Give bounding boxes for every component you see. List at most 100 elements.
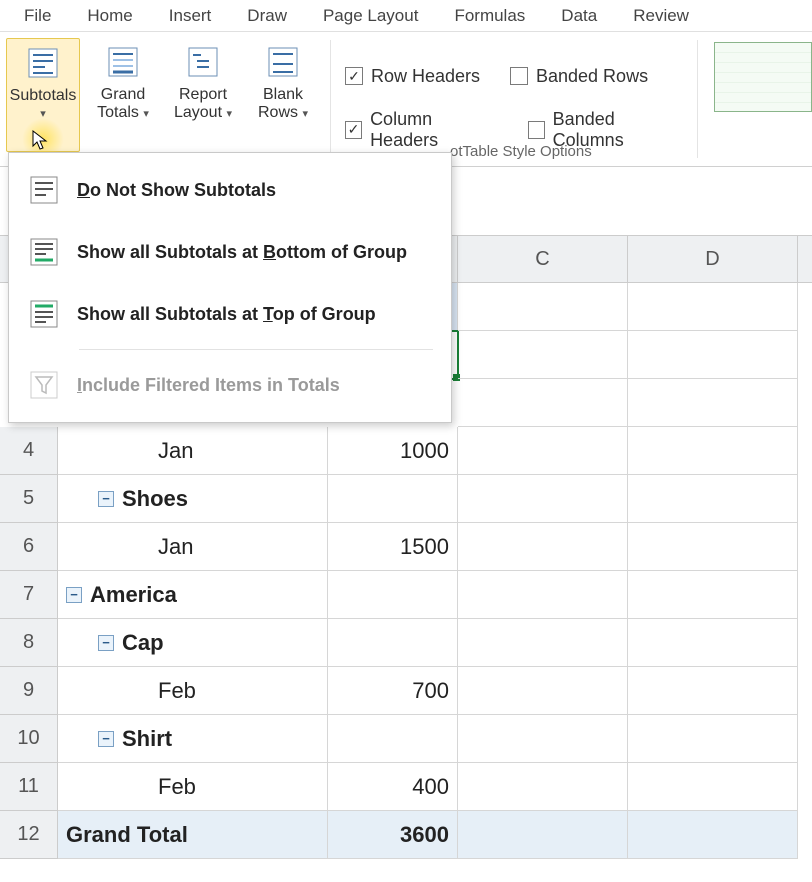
cell[interactable] <box>628 571 798 619</box>
table-row: 11Feb400 <box>0 763 812 811</box>
subtotal-icon <box>29 175 59 205</box>
blank-rows-button[interactable]: Blank Rows ▾ <box>246 38 320 152</box>
subtotals-bottom-item[interactable]: Show all Subtotals at Bottom of Group <box>9 221 451 283</box>
cell[interactable] <box>628 283 798 331</box>
filter-icon <box>29 370 59 400</box>
subtotals-top-item[interactable]: Show all Subtotals at Top of Group <box>9 283 451 345</box>
row-headers-label: Row Headers <box>371 66 480 87</box>
menu-item-label: Show all Subtotals at Bottom of Group <box>77 242 407 263</box>
cell[interactable]: −America <box>58 571 328 619</box>
blank-rows-label: Blank Rows ▾ <box>246 86 320 123</box>
cell[interactable]: Grand Total <box>58 811 328 859</box>
ribbon: Subtotals ▾ Grand Totals ▾ Report Layout… <box>0 32 812 167</box>
row-headers-checkbox[interactable]: ✓ Row Headers <box>345 66 480 87</box>
cell[interactable] <box>458 523 628 571</box>
row-header[interactable]: 6 <box>0 523 58 571</box>
grand-totals-label: Grand Totals ▾ <box>86 86 160 123</box>
cell[interactable] <box>328 475 458 523</box>
cell[interactable] <box>628 715 798 763</box>
ribbon-group-caption: otTable Style Options <box>450 143 592 160</box>
cell[interactable] <box>628 523 798 571</box>
cell[interactable] <box>628 379 798 427</box>
checkbox-checked-icon: ✓ <box>345 67 363 85</box>
cell[interactable]: 1500 <box>328 523 458 571</box>
table-row: 7−America <box>0 571 812 619</box>
cell[interactable] <box>628 811 798 859</box>
row-header[interactable]: 4 <box>0 427 58 475</box>
banded-rows-checkbox[interactable]: Banded Rows <box>510 66 648 87</box>
include-filtered-items-item: Include Filtered Items in Totals <box>9 354 451 416</box>
ribbon-separator <box>330 40 331 158</box>
table-row: 12Grand Total3600 <box>0 811 812 859</box>
cell[interactable]: 1000 <box>328 427 458 475</box>
menu-home[interactable]: Home <box>69 2 150 30</box>
menu-draw[interactable]: Draw <box>229 2 305 30</box>
do-not-show-subtotals-item[interactable]: Do Not Show Subtotals <box>9 159 451 221</box>
cell[interactable] <box>458 715 628 763</box>
menu-data[interactable]: Data <box>543 2 615 30</box>
cell[interactable] <box>328 715 458 763</box>
cell[interactable] <box>328 619 458 667</box>
cell[interactable] <box>458 811 628 859</box>
cell[interactable] <box>458 619 628 667</box>
cell[interactable]: −Shirt <box>58 715 328 763</box>
ribbon-layout-group: Subtotals ▾ Grand Totals ▾ Report Layout… <box>0 32 326 166</box>
cell[interactable] <box>628 763 798 811</box>
cell[interactable]: −Cap <box>58 619 328 667</box>
cell[interactable] <box>458 571 628 619</box>
row-header[interactable]: 8 <box>0 619 58 667</box>
row-header[interactable]: 12 <box>0 811 58 859</box>
menu-item-label: Do Not Show Subtotals <box>77 180 276 201</box>
cell[interactable] <box>458 331 628 379</box>
cell[interactable]: −Shoes <box>58 475 328 523</box>
chevron-down-icon: ▾ <box>143 108 149 120</box>
style-thumbnail-icon <box>714 42 812 112</box>
menu-insert[interactable]: Insert <box>151 2 230 30</box>
cell[interactable] <box>458 427 628 475</box>
row-header[interactable]: 10 <box>0 715 58 763</box>
cell[interactable] <box>458 379 628 427</box>
cell[interactable]: Jan <box>58 427 328 475</box>
grand-totals-button[interactable]: Grand Totals ▾ <box>86 38 160 152</box>
cell[interactable] <box>628 667 798 715</box>
cell[interactable]: 700 <box>328 667 458 715</box>
cell[interactable]: 400 <box>328 763 458 811</box>
row-header[interactable]: 5 <box>0 475 58 523</box>
column-header-d[interactable]: D <box>628 236 798 282</box>
cell[interactable] <box>628 331 798 379</box>
row-header[interactable]: 7 <box>0 571 58 619</box>
cell[interactable]: Jan <box>58 523 328 571</box>
cell[interactable]: 3600 <box>328 811 458 859</box>
cell[interactable]: Feb <box>58 763 328 811</box>
menu-separator <box>79 349 433 350</box>
report-layout-button[interactable]: Report Layout ▾ <box>166 38 240 152</box>
collapse-icon[interactable]: − <box>98 491 114 507</box>
table-row: 8−Cap <box>0 619 812 667</box>
cell[interactable] <box>628 427 798 475</box>
collapse-icon[interactable]: − <box>98 731 114 747</box>
cell[interactable] <box>628 619 798 667</box>
menu-review[interactable]: Review <box>615 2 707 30</box>
cell[interactable] <box>458 283 628 331</box>
menu-file[interactable]: File <box>6 2 69 30</box>
cell[interactable]: Feb <box>58 667 328 715</box>
column-header-c[interactable]: C <box>458 236 628 282</box>
subtotal-icon <box>29 299 59 329</box>
cell[interactable] <box>328 571 458 619</box>
cell[interactable] <box>458 763 628 811</box>
chevron-down-icon: ▾ <box>302 108 308 120</box>
collapse-icon[interactable]: − <box>98 635 114 651</box>
cell[interactable] <box>458 475 628 523</box>
subtotals-button[interactable]: Subtotals ▾ <box>6 38 80 152</box>
checkbox-unchecked-icon <box>510 67 528 85</box>
menu-formulas[interactable]: Formulas <box>436 2 543 30</box>
blank-rows-icon <box>265 44 301 80</box>
table-row: 10−Shirt <box>0 715 812 763</box>
cell[interactable] <box>628 475 798 523</box>
menu-page-layout[interactable]: Page Layout <box>305 2 436 30</box>
collapse-icon[interactable]: − <box>66 587 82 603</box>
cell[interactable] <box>458 667 628 715</box>
row-header[interactable]: 9 <box>0 667 58 715</box>
pivot-styles-gallery[interactable] <box>702 32 812 166</box>
row-header[interactable]: 11 <box>0 763 58 811</box>
